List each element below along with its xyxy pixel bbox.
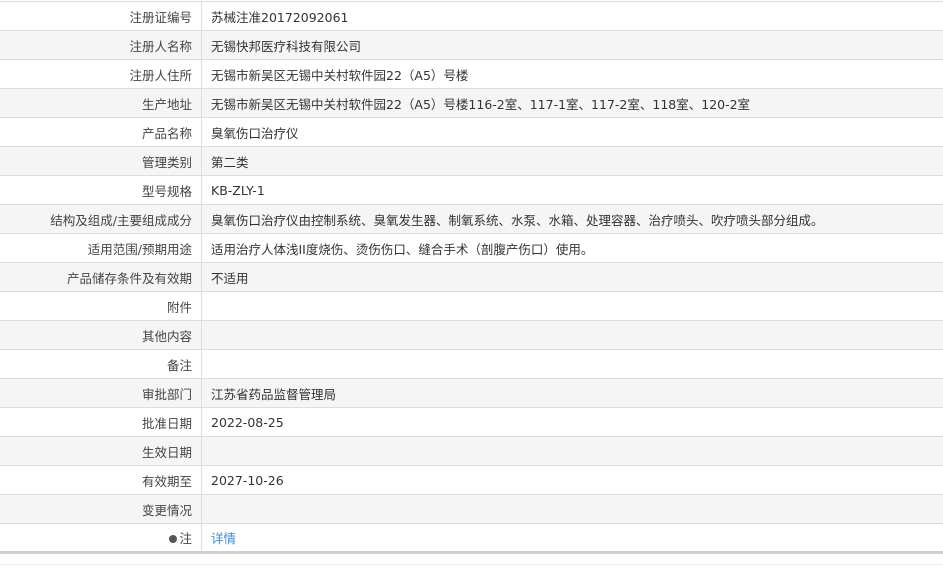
- pin-icon: [169, 535, 177, 543]
- field-label: 有效期至: [0, 466, 202, 495]
- field-value: 2022-08-25: [202, 408, 943, 437]
- table-row: 注册证编号苏械注准20172092061: [0, 2, 943, 31]
- field-label: 批准日期: [0, 408, 202, 437]
- field-label: 生产地址: [0, 89, 202, 118]
- field-label: 其他内容: [0, 321, 202, 350]
- field-label: 变更情况: [0, 495, 202, 524]
- field-value: 无锡市新吴区无锡中关村软件园22（A5）号楼116-2室、117-1室、117-…: [202, 89, 943, 118]
- table-row: 审批部门江苏省药品监督管理局: [0, 379, 943, 408]
- field-value: [202, 495, 943, 524]
- field-label: 备注: [0, 350, 202, 379]
- table-row: 产品储存条件及有效期不适用: [0, 263, 943, 292]
- note-label: 注: [179, 531, 192, 546]
- table-row: 批准日期2022-08-25: [0, 408, 943, 437]
- table-row: 结构及组成/主要组成成分臭氧伤口治疗仪由控制系统、臭氧发生器、制氧系统、水泵、水…: [0, 205, 943, 234]
- field-label: 产品储存条件及有效期: [0, 263, 202, 292]
- table-row: 变更情况: [0, 495, 943, 524]
- field-value: 适用治疗人体浅II度烧伤、烫伤伤口、缝合手术（剖腹产伤口）使用。: [202, 234, 943, 263]
- registration-detail-table: 注册证编号苏械注准20172092061注册人名称无锡快邦医疗科技有限公司注册人…: [0, 1, 943, 554]
- table-row: 备注: [0, 350, 943, 379]
- table-row: 有效期至2027-10-26: [0, 466, 943, 495]
- field-label: 生效日期: [0, 437, 202, 466]
- table-row: 生产地址无锡市新吴区无锡中关村软件园22（A5）号楼116-2室、117-1室、…: [0, 89, 943, 118]
- field-label: 注册人名称: [0, 31, 202, 60]
- field-label: 注册证编号: [0, 2, 202, 31]
- table-row: 产品名称臭氧伤口治疗仪: [0, 118, 943, 147]
- field-value: 臭氧伤口治疗仪: [202, 118, 943, 147]
- table-row: 生效日期: [0, 437, 943, 466]
- field-value: 无锡快邦医疗科技有限公司: [202, 31, 943, 60]
- field-value: 无锡市新吴区无锡中关村软件园22（A5）号楼: [202, 60, 943, 89]
- footer-divider: [0, 564, 943, 565]
- field-value: 江苏省药品监督管理局: [202, 379, 943, 408]
- field-label: 注册人住所: [0, 60, 202, 89]
- field-value: 第二类: [202, 147, 943, 176]
- field-label: 适用范围/预期用途: [0, 234, 202, 263]
- field-value: [202, 321, 943, 350]
- field-value: [202, 350, 943, 379]
- table-row: 型号规格KB-ZLY-1: [0, 176, 943, 205]
- table-row: 管理类别第二类: [0, 147, 943, 176]
- field-label: 结构及组成/主要组成成分: [0, 205, 202, 234]
- field-value: KB-ZLY-1: [202, 176, 943, 205]
- field-label: 管理类别: [0, 147, 202, 176]
- table-row: 注册人名称无锡快邦医疗科技有限公司: [0, 31, 943, 60]
- field-label: 型号规格: [0, 176, 202, 205]
- table-row: 附件: [0, 292, 943, 321]
- field-label: 审批部门: [0, 379, 202, 408]
- details-link[interactable]: 详情: [211, 531, 236, 546]
- field-value: [202, 437, 943, 466]
- field-label: 产品名称: [0, 118, 202, 147]
- field-value: 臭氧伤口治疗仪由控制系统、臭氧发生器、制氧系统、水泵、水箱、处理容器、治疗喷头、…: [202, 205, 943, 234]
- field-value: 2027-10-26: [202, 466, 943, 495]
- field-label: 附件: [0, 292, 202, 321]
- field-value: 苏械注准20172092061: [202, 2, 943, 31]
- table-row: 注册人住所无锡市新吴区无锡中关村软件园22（A5）号楼: [0, 60, 943, 89]
- field-value: [202, 292, 943, 321]
- field-value: 不适用: [202, 263, 943, 292]
- table-row: 其他内容: [0, 321, 943, 350]
- note-row: 注 详情: [0, 524, 943, 553]
- table-row: 适用范围/预期用途适用治疗人体浅II度烧伤、烫伤伤口、缝合手术（剖腹产伤口）使用…: [0, 234, 943, 263]
